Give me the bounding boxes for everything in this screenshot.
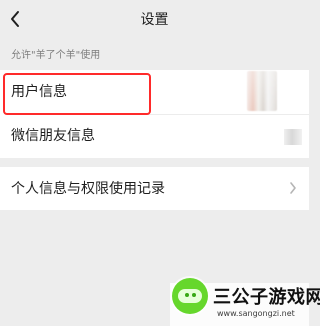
avatar bbox=[247, 71, 277, 111]
watermark-url: www.sangongzi.net bbox=[217, 309, 295, 318]
nav-bar: 设置 bbox=[0, 0, 309, 40]
logo-eye-right bbox=[192, 293, 196, 297]
privacy-record-row[interactable]: 个人信息与权限使用记录 bbox=[0, 167, 309, 210]
watermark-title: 三公子游戏网 bbox=[213, 287, 320, 308]
page-title: 设置 bbox=[140, 12, 169, 28]
highlight-box bbox=[3, 73, 151, 115]
section-caption: 允许"羊了个羊"使用 bbox=[11, 50, 101, 61]
wechat-friends-label: 微信朋友信息 bbox=[11, 128, 95, 144]
chevron-right-icon bbox=[290, 182, 296, 194]
logo-eye-left bbox=[185, 293, 189, 297]
redacted-thumbnail bbox=[284, 129, 302, 145]
site-logo bbox=[172, 278, 208, 314]
logo-face bbox=[178, 289, 202, 303]
privacy-record-label: 个人信息与权限使用记录 bbox=[11, 181, 165, 197]
wechat-friends-row[interactable]: 微信朋友信息 bbox=[0, 114, 309, 158]
